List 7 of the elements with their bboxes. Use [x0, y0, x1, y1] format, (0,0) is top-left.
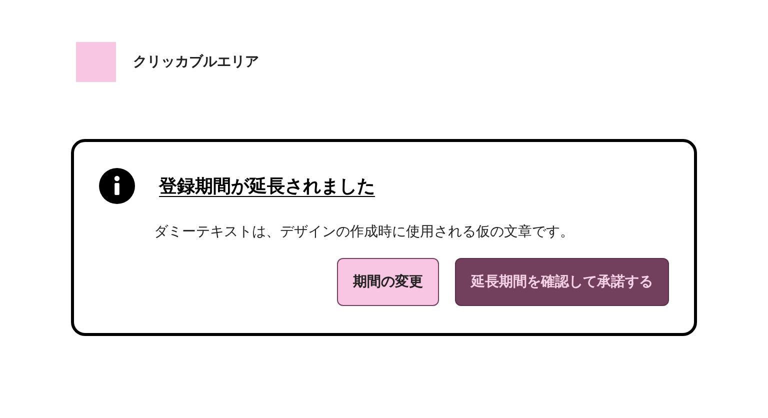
accept-button[interactable]: 延長期間を確認して承諾する	[455, 258, 669, 306]
change-button[interactable]: 期間の変更	[337, 258, 439, 306]
clickable-area-label: クリッカブルエリア	[133, 52, 259, 72]
notice-message: ダミーテキストは、デザインの作成時に使用される仮の文章です。	[154, 224, 574, 240]
clickable-area-swatch[interactable]	[76, 42, 116, 82]
info-icon	[99, 168, 135, 204]
notice-title: 登録期間が延長されました	[159, 174, 375, 198]
